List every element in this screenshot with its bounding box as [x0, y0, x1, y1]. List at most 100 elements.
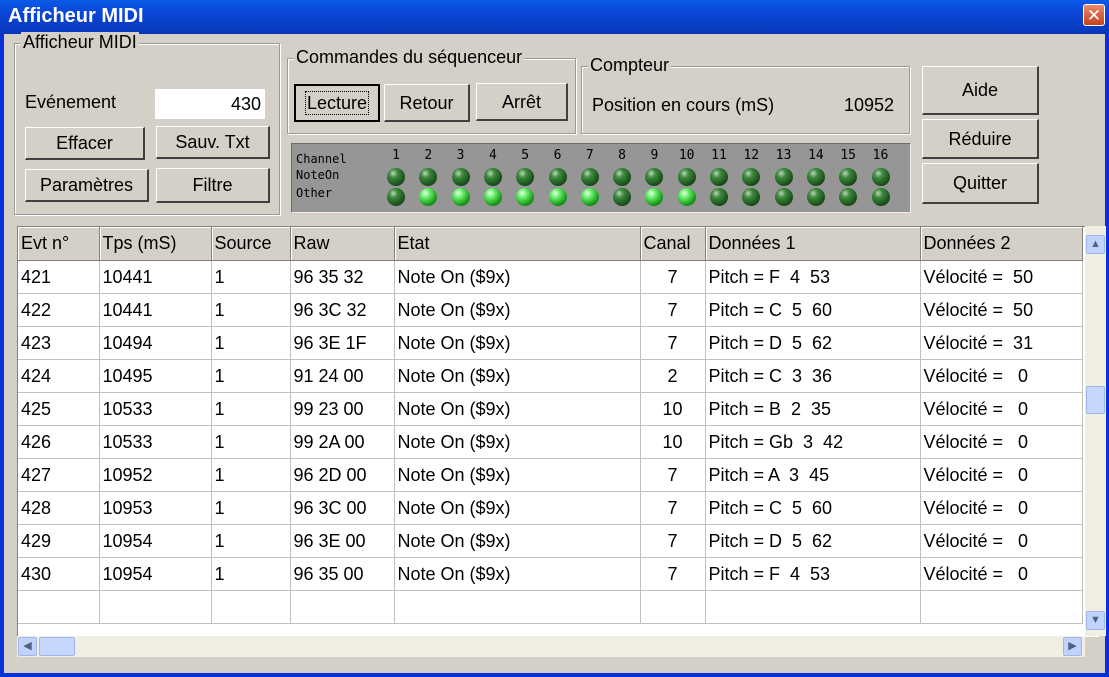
table-cell: Vélocité = 0 [920, 557, 1083, 591]
title-bar[interactable]: Afficheur MIDI ✕ [0, 0, 1109, 34]
table-cell: Note On ($9x) [394, 326, 641, 360]
table-cell: 99 2A 00 [290, 425, 395, 459]
table-cell: 10 [640, 392, 706, 426]
quitter-button[interactable]: Quitter [922, 163, 1039, 204]
table-cell: 96 35 32 [290, 260, 395, 294]
table-cell: 10533 [99, 392, 212, 426]
channel-number: 13 [775, 148, 792, 163]
other-led-icon [451, 188, 470, 206]
table-cell: 421 [18, 260, 100, 294]
other-led-icon [419, 188, 438, 206]
channel-number: 16 [872, 148, 889, 163]
table-cell: 10952 [99, 458, 212, 492]
table-cell: Pitch = Gb 3 42 [705, 425, 921, 459]
other-led-icon [710, 188, 728, 206]
midi-viewer-window: Afficheur MIDI ✕ Afficheur MIDI Evénemen… [0, 0, 1109, 677]
scroll-down-icon[interactable]: ▼ [1086, 611, 1105, 630]
sauv-txt-button[interactable]: Sauv. Txt [156, 126, 270, 159]
table-cell: Note On ($9x) [394, 557, 641, 591]
counter-group: Compteur Position en cours (mS) 10952 [581, 55, 910, 134]
scroll-up-icon[interactable]: ▲ [1086, 235, 1105, 254]
column-header[interactable]: Evt n° [18, 227, 100, 261]
table-cell: 10533 [99, 425, 212, 459]
noteon-led-icon [806, 168, 825, 186]
noteon-led-icon [613, 168, 632, 186]
noteon-led-icon [742, 168, 761, 186]
channel-number: 9 [650, 148, 659, 163]
filtre-button[interactable]: Filtre [156, 168, 270, 203]
scroll-left-icon[interactable]: ◀ [18, 637, 37, 656]
table-cell: Note On ($9x) [394, 293, 641, 327]
table-cell: Pitch = C 3 36 [705, 359, 921, 393]
table-cell: Pitch = B 2 35 [705, 392, 921, 426]
table-row[interactable]: 425 10533 1 99 23 00 Note On ($9x) 10 Pitch = … [18, 392, 1083, 426]
column-header[interactable]: Tps (mS) [99, 227, 212, 261]
column-header[interactable]: Données 2 [920, 227, 1083, 261]
vertical-scrollbar[interactable]: ▲ ▼ [1085, 226, 1106, 636]
channel-number: 11 [711, 148, 727, 163]
table-cell: Note On ($9x) [394, 359, 641, 393]
channel-number: 3 [456, 148, 465, 163]
table-cell: Pitch = C 5 60 [705, 293, 921, 327]
noteon-row-label: NoteOn [296, 168, 340, 182]
table-cell: 1 [211, 524, 291, 558]
empty-cell [920, 590, 1083, 624]
retour-button[interactable]: Retour [384, 84, 470, 122]
column-header[interactable]: Etat [394, 227, 641, 261]
table-row[interactable]: 424 10495 1 91 24 00 Note On ($9x) 2 Pitch = C… [18, 359, 1083, 393]
lecture-button[interactable]: Lecture [294, 84, 380, 122]
horizontal-scroll-thumb[interactable] [39, 637, 75, 656]
channel-number: 6 [553, 148, 562, 163]
close-button[interactable]: ✕ [1083, 4, 1105, 26]
table-cell: Pitch = D 5 62 [705, 524, 921, 558]
lecture-label: Lecture [304, 91, 370, 115]
table-row[interactable]: 430 10954 1 96 35 00 Note On ($9x) 7 Pitch = F… [18, 557, 1083, 591]
window-title: Afficheur MIDI [8, 5, 144, 27]
other-row-label: Other [296, 186, 333, 200]
table-cell: 7 [640, 458, 706, 492]
horizontal-scrollbar[interactable]: ◀ ▶ [17, 636, 1085, 657]
other-led-icon [677, 188, 696, 206]
table-row[interactable]: 421 10441 1 96 35 32 Note On ($9x) 7 Pitch = F… [18, 260, 1083, 294]
table-cell: 1 [211, 326, 291, 360]
noteon-led-icon [839, 168, 858, 186]
table-row[interactable]: 428 10953 1 96 3C 00 Note On ($9x) 7 Pitch = C… [18, 491, 1083, 525]
aide-button[interactable]: Aide [922, 66, 1039, 115]
column-header[interactable]: Données 1 [705, 227, 921, 261]
table-row[interactable]: 423 10494 1 96 3E 1F Note On ($9x) 7 Pitch = D… [18, 326, 1083, 360]
table-row[interactable]: 429 10954 1 96 3E 00 Note On ($9x) 7 Pitch = D… [18, 524, 1083, 558]
event-grid[interactable]: Evt n° Tps (mS) Source Raw Etat Canal Données … [17, 226, 1099, 637]
table-row[interactable]: 426 10533 1 99 2A 00 Note On ($9x) 10 Pitch = … [18, 425, 1083, 459]
other-led-icon [387, 188, 405, 206]
table-row[interactable]: 422 10441 1 96 3C 32 Note On ($9x) 7 Pitch = C… [18, 293, 1083, 327]
channel-number: 1 [392, 148, 400, 163]
column-header[interactable]: Source [211, 227, 291, 261]
column-header[interactable]: Raw [290, 227, 395, 261]
arret-button[interactable]: Arrêt [476, 83, 568, 121]
table-cell: 10441 [99, 293, 212, 327]
table-cell: Vélocité = 0 [920, 524, 1083, 558]
effacer-button[interactable]: Effacer [25, 127, 145, 160]
parametres-button[interactable]: Paramètres [25, 169, 149, 202]
empty-cell [640, 590, 706, 624]
table-cell: 429 [18, 524, 100, 558]
table-cell: Pitch = D 5 62 [705, 326, 921, 360]
afficheur-group: Afficheur MIDI Evénement 430 Effacer Sau… [14, 32, 280, 215]
table-cell: 10495 [99, 359, 212, 393]
empty-cell [211, 590, 291, 624]
noteon-led-icon [871, 168, 890, 186]
vertical-scroll-thumb[interactable] [1086, 386, 1105, 414]
other-led-icon [516, 188, 535, 206]
other-led-icon [613, 188, 632, 206]
table-cell: 10494 [99, 326, 212, 360]
column-header[interactable]: Canal [640, 227, 706, 261]
table-cell: Vélocité = 0 [920, 491, 1083, 525]
table-row[interactable]: 427 10952 1 96 2D 00 Note On ($9x) 7 Pitch = A… [18, 458, 1083, 492]
reduire-button[interactable]: Réduire [922, 119, 1039, 159]
table-cell: Vélocité = 31 [920, 326, 1083, 360]
noteon-led-icon [548, 168, 567, 186]
table-cell: 427 [18, 458, 100, 492]
scroll-right-icon[interactable]: ▶ [1063, 637, 1082, 656]
channel-number: 8 [618, 148, 626, 163]
table-cell: 425 [18, 392, 100, 426]
